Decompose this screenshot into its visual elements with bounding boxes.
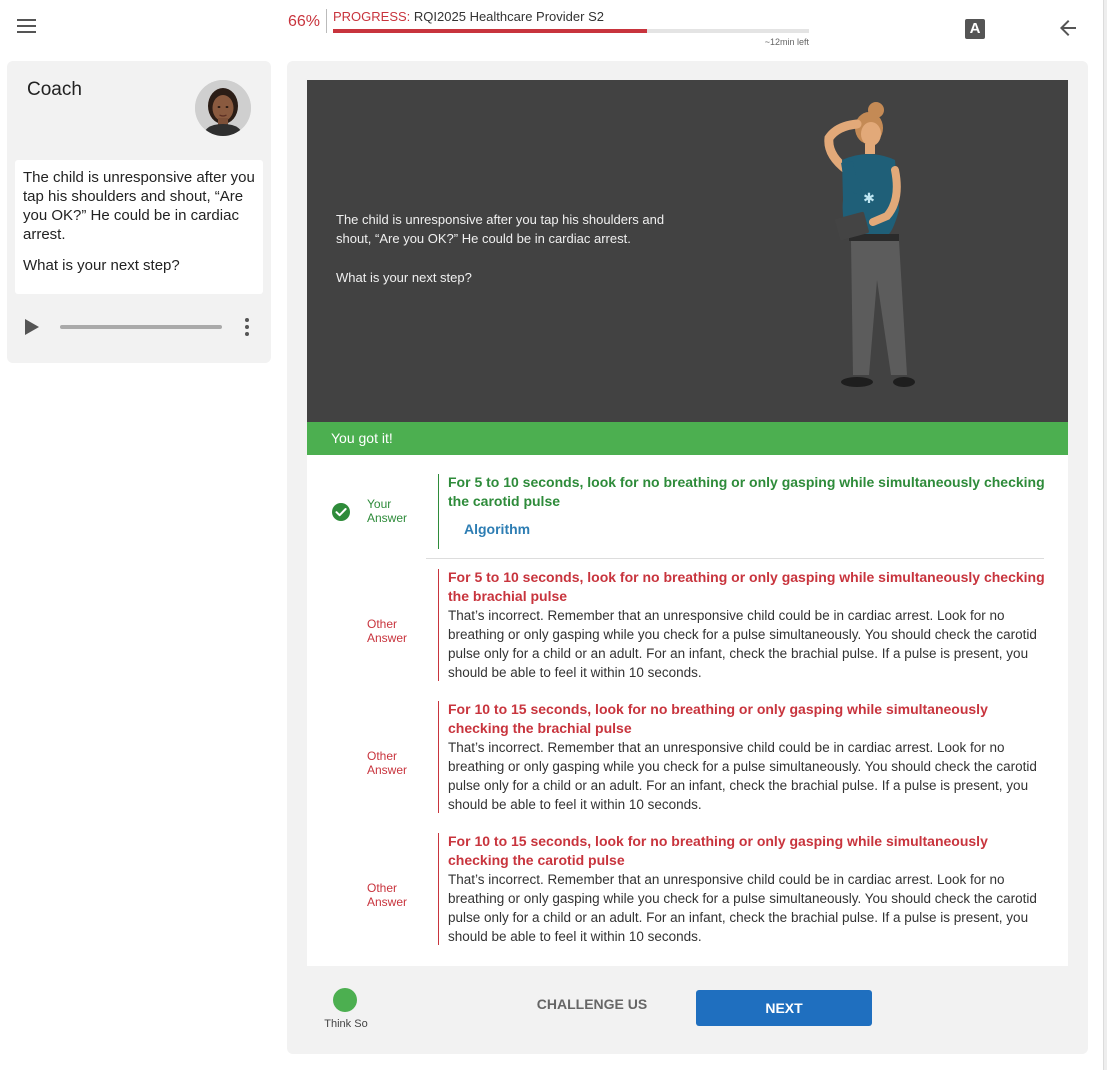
more-options-icon[interactable]: [243, 318, 251, 338]
your-answer-tag: Your Answer: [367, 497, 408, 525]
progress-label: PROGRESS:: [333, 9, 411, 24]
answers-list: Your Answer For 5 to 10 seconds, look fo…: [307, 455, 1068, 966]
think-so-label: Think So: [324, 1018, 368, 1030]
hamburger-menu-icon[interactable]: [17, 19, 37, 35]
progress-bar-fill: [333, 29, 648, 33]
progress-bar: [333, 29, 809, 33]
other-answer-feedback: That’s incorrect. Remember that an unres…: [448, 608, 1037, 680]
challenge-us-button[interactable]: CHALLENGE US: [527, 996, 657, 1012]
other-answer-tag: Other Answer: [367, 749, 408, 777]
other-answer-text: For 5 to 10 seconds, look for no breathi…: [448, 569, 1045, 604]
other-answer-tag: Other Answer: [367, 881, 408, 909]
play-icon[interactable]: [25, 319, 39, 335]
other-answer-item: Other Answer For 10 to 15 seconds, look …: [307, 701, 1068, 821]
coach-avatar: [195, 80, 251, 136]
other-answer-feedback: That’s incorrect. Remember that an unres…: [448, 872, 1037, 944]
progress-divider: [326, 9, 327, 33]
algorithm-link[interactable]: Algorithm: [464, 521, 530, 537]
answer-divider: [438, 474, 439, 549]
next-button[interactable]: NEXT: [696, 990, 872, 1026]
svg-text:✱: ✱: [863, 191, 875, 207]
time-left: ~12min left: [764, 37, 809, 47]
course-name: RQI2025 Healthcare Provider S2: [413, 9, 604, 24]
other-answer-item: Other Answer For 10 to 15 seconds, look …: [307, 833, 1068, 953]
progress-percent: 66%: [288, 13, 321, 30]
font-size-icon[interactable]: A: [965, 19, 985, 39]
other-answer-tag: Other Answer: [367, 617, 408, 645]
coach-message-bubble: The child is unresponsive after you tap …: [15, 160, 263, 294]
back-arrow-icon[interactable]: [1056, 16, 1080, 40]
your-answer-text: For 5 to 10 seconds, look for no breathi…: [448, 474, 1045, 509]
coach-title: Coach: [27, 79, 82, 100]
coach-panel: Coach The child is unresponsive after yo…: [7, 61, 271, 363]
main-panel: The child is unresponsive after you tap …: [287, 61, 1088, 1054]
scenario-scene: The child is unresponsive after you tap …: [307, 80, 1068, 422]
progress-title: PROGRESS: RQI2025 Healthcare Provider S2: [333, 9, 604, 24]
top-bar: 66% PROGRESS: RQI2025 Healthcare Provide…: [0, 0, 1107, 58]
scrollbar-track[interactable]: [1103, 0, 1107, 1070]
other-answer-text: For 10 to 15 seconds, look for no breath…: [448, 701, 988, 736]
scenario-question: What is your next step?: [336, 270, 472, 285]
your-answer-item: Your Answer For 5 to 10 seconds, look fo…: [307, 455, 1068, 559]
think-so-indicator[interactable]: [333, 988, 357, 1012]
coach-message: The child is unresponsive after you tap …: [23, 169, 255, 243]
check-circle-icon: [332, 503, 350, 521]
scenario-text: The child is unresponsive after you tap …: [336, 210, 696, 287]
other-answer-feedback: That’s incorrect. Remember that an unres…: [448, 740, 1037, 812]
coach-question: What is your next step?: [23, 257, 180, 274]
answer-divider: [438, 833, 439, 945]
other-answer-item: Other Answer For 5 to 10 seconds, look f…: [307, 569, 1068, 689]
answer-divider: [438, 701, 439, 813]
audio-progress-slider[interactable]: [60, 325, 222, 329]
scenario-message: The child is unresponsive after you tap …: [336, 212, 665, 246]
answer-separator: [426, 558, 1044, 559]
nurse-illustration: ✱: [787, 100, 947, 395]
answer-divider: [438, 569, 439, 681]
result-banner: You got it!: [307, 422, 1068, 455]
other-answer-text: For 10 to 15 seconds, look for no breath…: [448, 833, 988, 868]
